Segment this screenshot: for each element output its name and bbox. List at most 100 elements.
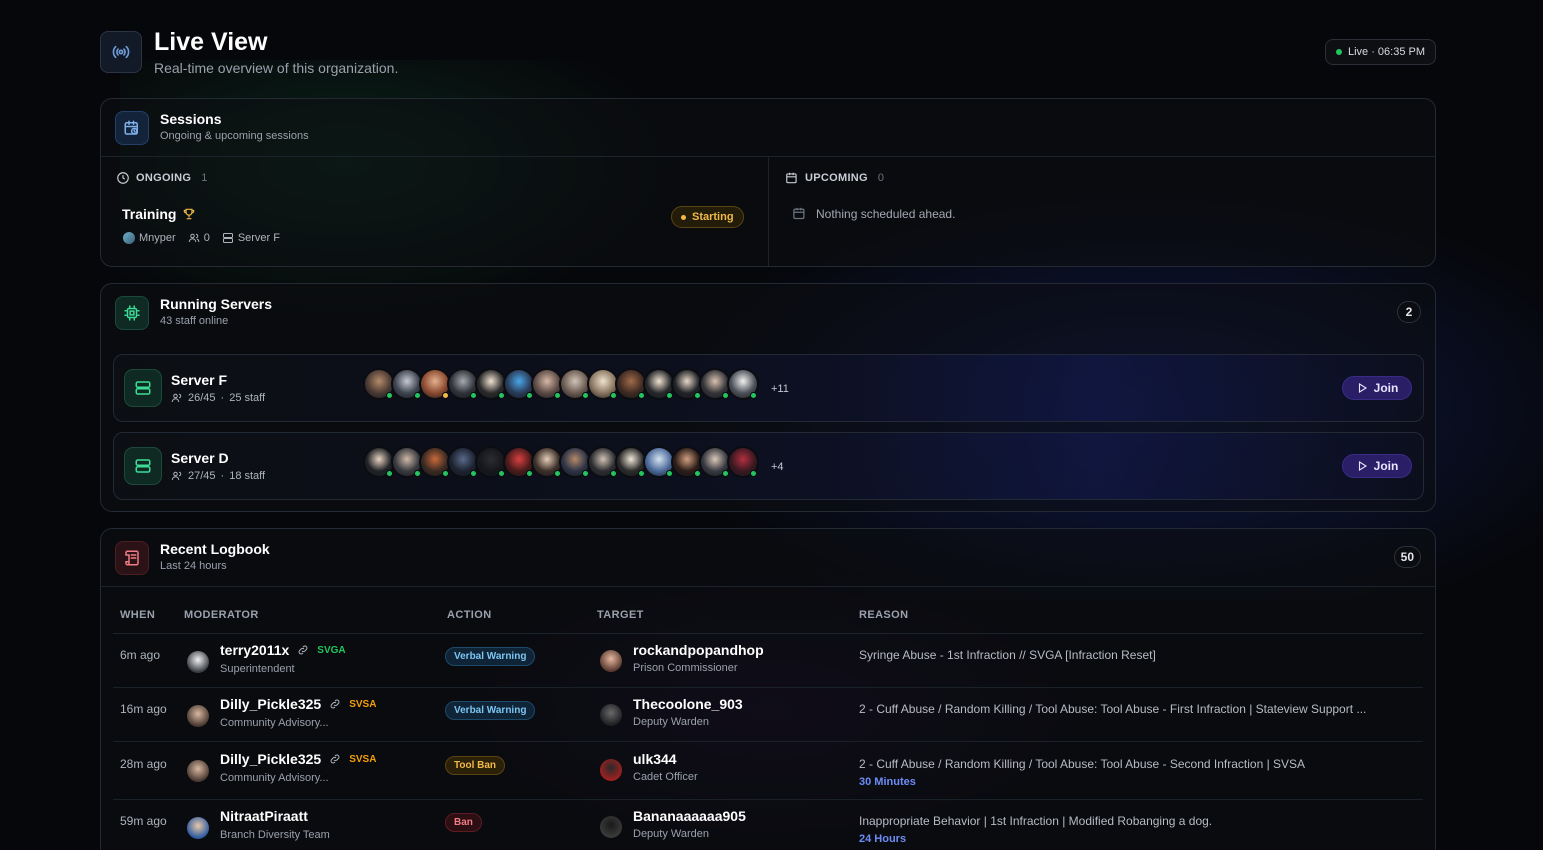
ongoing-label-text: ONGOING	[136, 172, 192, 184]
target-name[interactable]: ulk344	[633, 751, 677, 767]
avatar	[123, 232, 135, 244]
status-badge: Starting	[671, 206, 744, 228]
users-icon	[171, 471, 182, 481]
online-status-dot	[442, 392, 449, 399]
upcoming-empty-state: Nothing scheduled ahead.	[792, 206, 955, 221]
server-row[interactable]: Server D 27/45 · 18 staff +4 Join	[113, 432, 1424, 500]
page-title: Live View	[154, 28, 268, 56]
moderator-tag: SVGA	[317, 644, 346, 656]
server-icon	[124, 369, 162, 407]
server-icon	[124, 447, 162, 485]
session-host-name: Mnyper	[139, 232, 176, 244]
target-avatar[interactable]	[600, 650, 622, 672]
staff-avatar[interactable]	[727, 446, 759, 478]
join-button[interactable]: Join	[1342, 454, 1412, 478]
online-status-dot	[470, 470, 477, 477]
running-servers-card: Running Servers 43 staff online 2 Server…	[100, 283, 1436, 512]
target-name[interactable]: Bananaaaaaa905	[633, 808, 746, 824]
moderator-avatar[interactable]	[187, 651, 209, 673]
moderator-name-text: Dilly_Pickle325	[220, 696, 322, 712]
online-status-dot	[582, 392, 589, 399]
online-status-dot	[666, 470, 673, 477]
server-name: Server F	[171, 372, 228, 388]
moderator-avatar[interactable]	[187, 817, 209, 839]
log-reason: Syringe Abuse - 1st Infraction // SVGA […	[859, 648, 1156, 662]
column-header-reason: REASON	[859, 609, 909, 621]
more-staff-count[interactable]: +11	[771, 383, 789, 395]
status-dot-icon	[681, 214, 686, 220]
more-staff-count[interactable]: +4	[771, 461, 784, 473]
log-reason: Inappropriate Behavior | 1st Infraction …	[859, 814, 1213, 828]
target-role: Deputy Warden	[633, 828, 710, 840]
ongoing-count: 1	[201, 172, 208, 184]
log-duration: 30 Minutes	[859, 776, 916, 788]
log-reason: 2 - Cuff Abuse / Random Killing / Tool A…	[859, 702, 1367, 716]
server-player-count: 26/45	[188, 392, 216, 404]
online-status-dot	[610, 392, 617, 399]
moderator-role: Community Advisory...	[220, 717, 329, 729]
online-status-dot	[694, 392, 701, 399]
session-name[interactable]: Training	[122, 206, 196, 222]
column-header-target: TARGET	[597, 609, 644, 621]
online-status-dot	[638, 470, 645, 477]
online-status-dot	[498, 392, 505, 399]
staff-avatar[interactable]	[727, 368, 759, 400]
users-icon	[171, 393, 182, 403]
server-staff-count: 25 staff	[229, 392, 266, 404]
cpu-icon	[115, 296, 149, 330]
session-participants: 0	[188, 232, 210, 244]
separator-dot: ·	[220, 470, 225, 482]
play-icon	[1358, 461, 1367, 471]
action-badge: Verbal Warning	[445, 647, 536, 666]
live-time: Live · 06:35 PM	[1347, 46, 1425, 58]
online-status-dot	[386, 470, 393, 477]
table-row[interactable]: 28m ago Dilly_Pickle325 SVSA Community Advi…	[113, 743, 1423, 800]
session-name-text: Training	[122, 206, 177, 222]
logbook-header: Recent Logbook Last 24 hours 50	[101, 529, 1435, 587]
action-badge: Tool Ban	[445, 756, 506, 775]
log-when: 28m ago	[120, 757, 167, 771]
session-host: Mnyper	[123, 232, 176, 244]
table-row[interactable]: 59m ago NitraatPiraatt Branch Diversity Te…	[113, 800, 1423, 850]
live-dot-icon	[1335, 49, 1342, 55]
calendar-clock-icon	[793, 207, 805, 220]
target-avatar[interactable]	[600, 759, 622, 781]
sessions-card: Sessions Ongoing & upcoming sessions ONG…	[100, 98, 1436, 267]
table-row[interactable]: 6m ago terry2011x SVGA Superintendent Verbal…	[113, 634, 1423, 688]
moderator-name[interactable]: terry2011x SVGA	[220, 642, 346, 658]
online-status-dot	[750, 392, 757, 399]
online-status-dot	[582, 470, 589, 477]
join-button-label: Join	[1373, 381, 1399, 395]
moderator-avatar[interactable]	[187, 705, 209, 727]
target-avatar[interactable]	[600, 816, 622, 838]
clock-icon	[117, 172, 129, 184]
server-staff-count: 18 staff	[229, 470, 266, 482]
moderator-name[interactable]: Dilly_Pickle325 SVSA	[220, 696, 376, 712]
target-avatar[interactable]	[600, 704, 622, 726]
staff-avatar-strip	[363, 446, 759, 480]
online-status-dot	[470, 392, 477, 399]
link-icon	[298, 645, 308, 655]
online-status-dot	[498, 470, 505, 477]
target-name[interactable]: Thecoolone_903	[633, 696, 743, 712]
play-icon	[1358, 383, 1367, 393]
moderator-name[interactable]: NitraatPiraatt	[220, 808, 308, 824]
calendar-clock-icon	[115, 111, 149, 145]
online-status-dot	[554, 392, 561, 399]
target-name[interactable]: rockandpopandhop	[633, 642, 764, 658]
server-row[interactable]: Server F 26/45 · 25 staff +11 Join	[113, 354, 1424, 422]
moderator-avatar[interactable]	[187, 760, 209, 782]
broadcast-icon	[100, 31, 142, 73]
moderator-name-text: NitraatPiraatt	[220, 808, 308, 824]
upcoming-label-text: UPCOMING	[805, 172, 868, 184]
moderator-role: Branch Diversity Team	[220, 829, 330, 841]
session-server: Server F	[222, 232, 280, 244]
page-subtitle: Real-time overview of this organization.	[154, 60, 399, 76]
target-role: Cadet Officer	[633, 771, 698, 783]
online-status-dot	[666, 392, 673, 399]
moderator-name[interactable]: Dilly_Pickle325 SVSA	[220, 751, 376, 767]
log-when: 16m ago	[120, 702, 167, 716]
table-row[interactable]: 16m ago Dilly_Pickle325 SVSA Community Advi…	[113, 688, 1423, 742]
join-button[interactable]: Join	[1342, 376, 1412, 400]
scroll-icon	[115, 541, 149, 575]
